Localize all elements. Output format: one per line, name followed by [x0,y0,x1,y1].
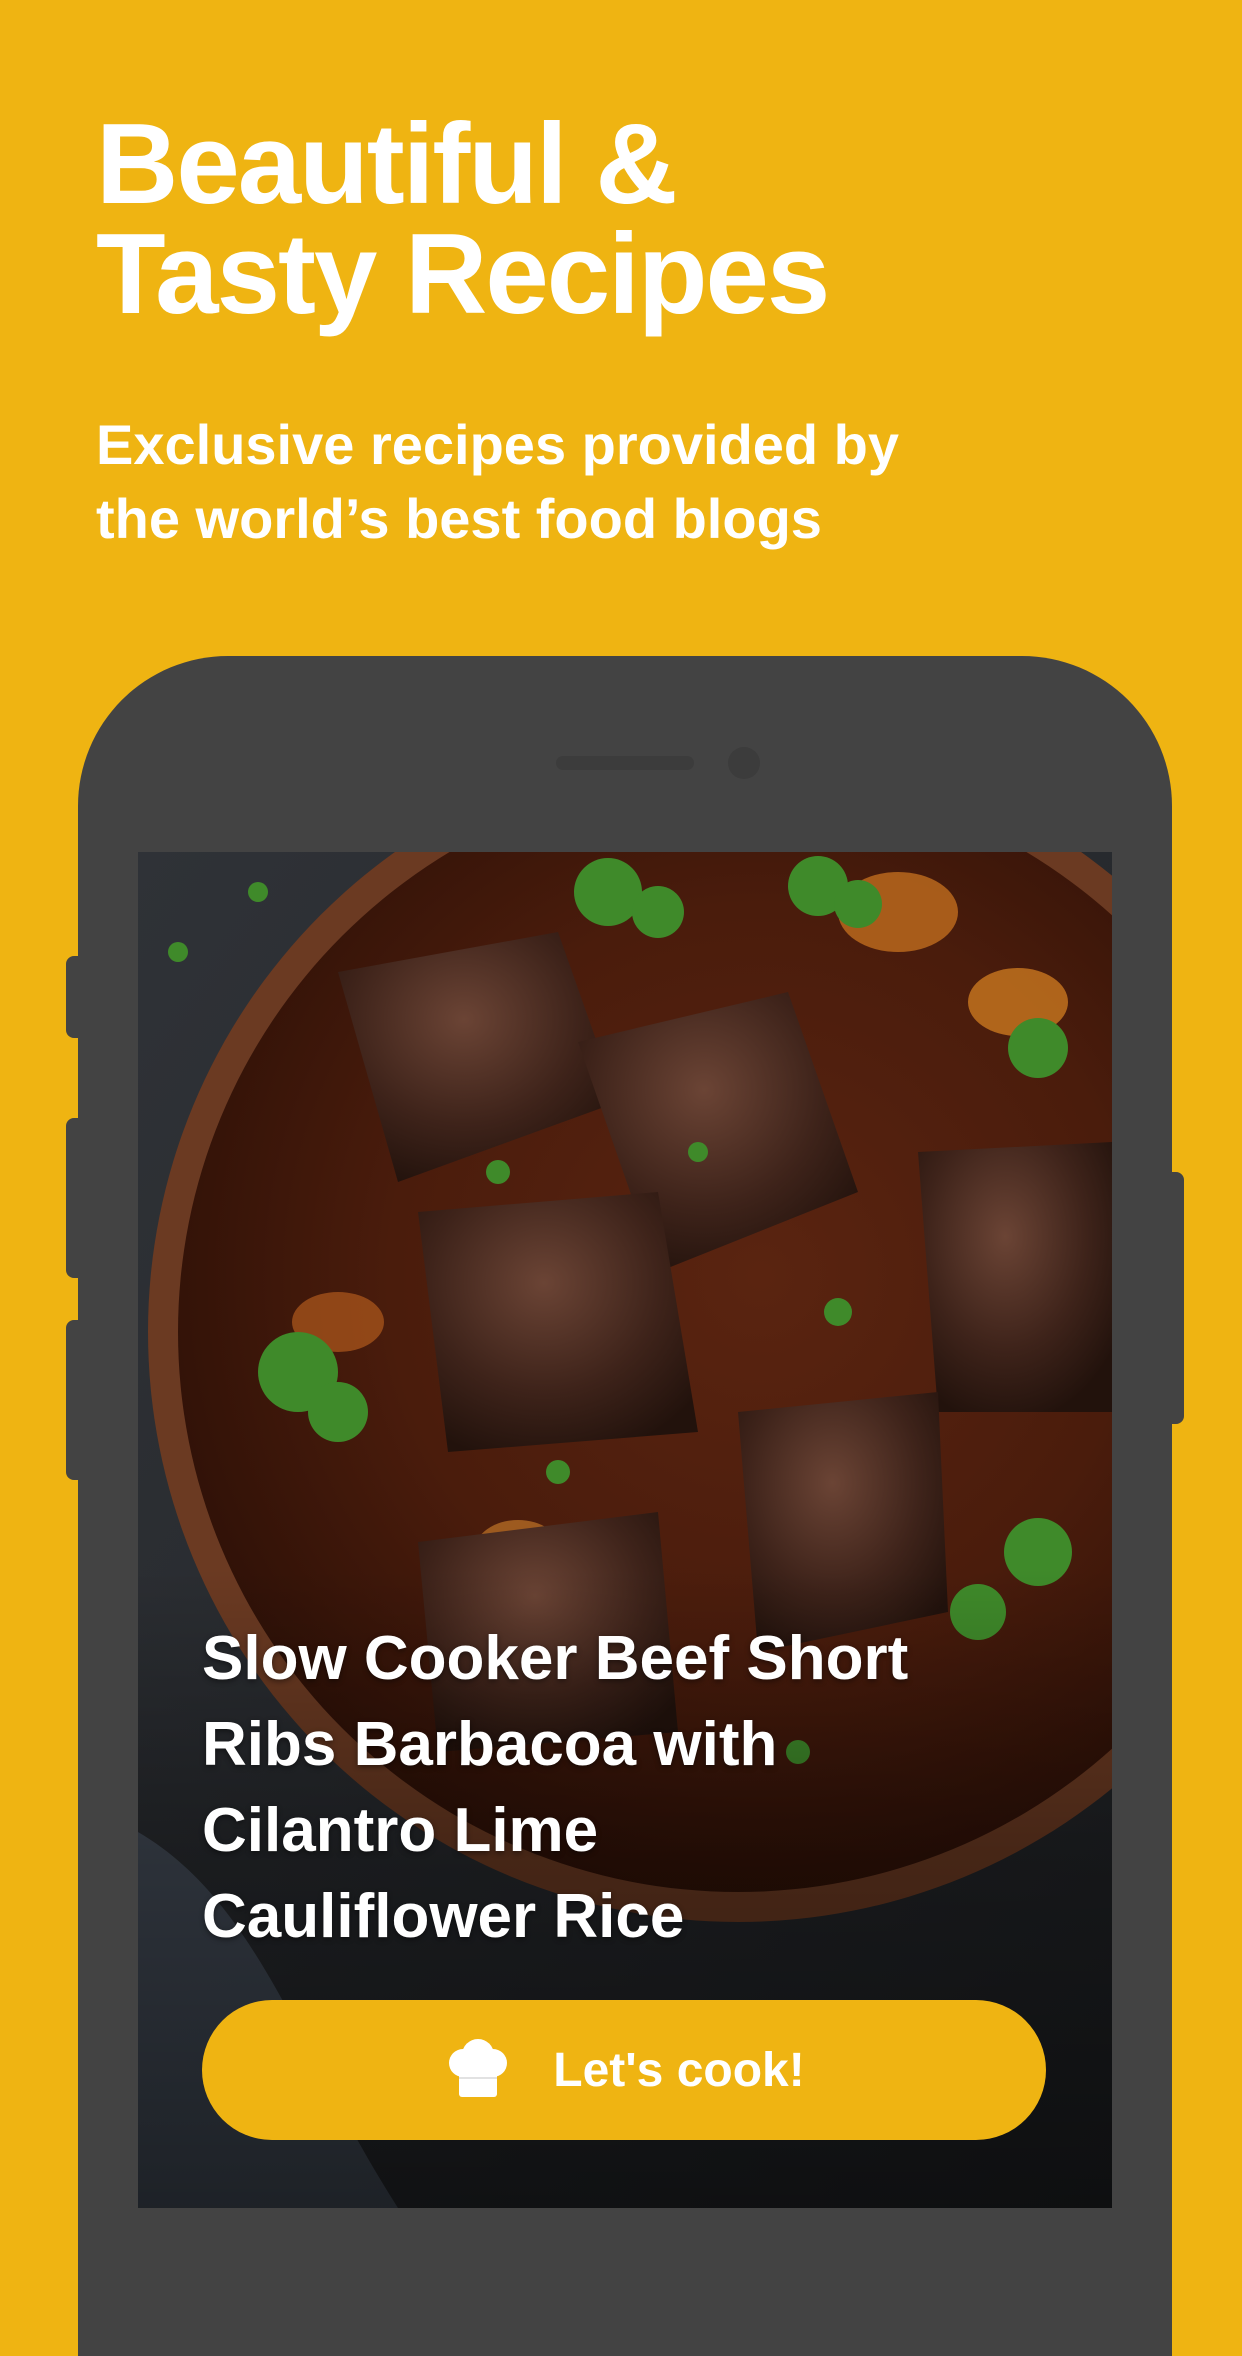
recipe-title-line-1: Slow Cooker Beef Short [202,1624,909,1693]
recipe-title: Slow Cooker Beef Short Ribs Barbacoa wit… [202,1616,1062,1960]
recipe-title-line-3: Cilantro Lime [202,1796,599,1865]
headline-line-2: Tasty Recipes [96,211,830,338]
headline-line-1: Beautiful & [96,101,678,228]
lets-cook-button[interactable]: Let's cook! [202,2000,1046,2140]
recipe-title-line-2: Ribs Barbacoa with [202,1710,778,1779]
phone-speaker [556,756,694,770]
subheadline: Exclusive recipes provided by the world’… [96,408,1156,556]
subheadline-line-1: Exclusive recipes provided by [96,413,900,476]
headline: Beautiful & Tasty Recipes [96,101,1096,338]
recipe-title-line-4: Cauliflower Rice [202,1882,685,1951]
subheadline-line-2: the world’s best food blogs [96,487,822,550]
phone-screen: Slow Cooker Beef Short Ribs Barbacoa wit… [138,852,1112,2208]
lets-cook-label: Let's cook! [553,2043,805,2097]
phone-camera [728,747,760,779]
chef-hat-icon [449,2039,508,2097]
